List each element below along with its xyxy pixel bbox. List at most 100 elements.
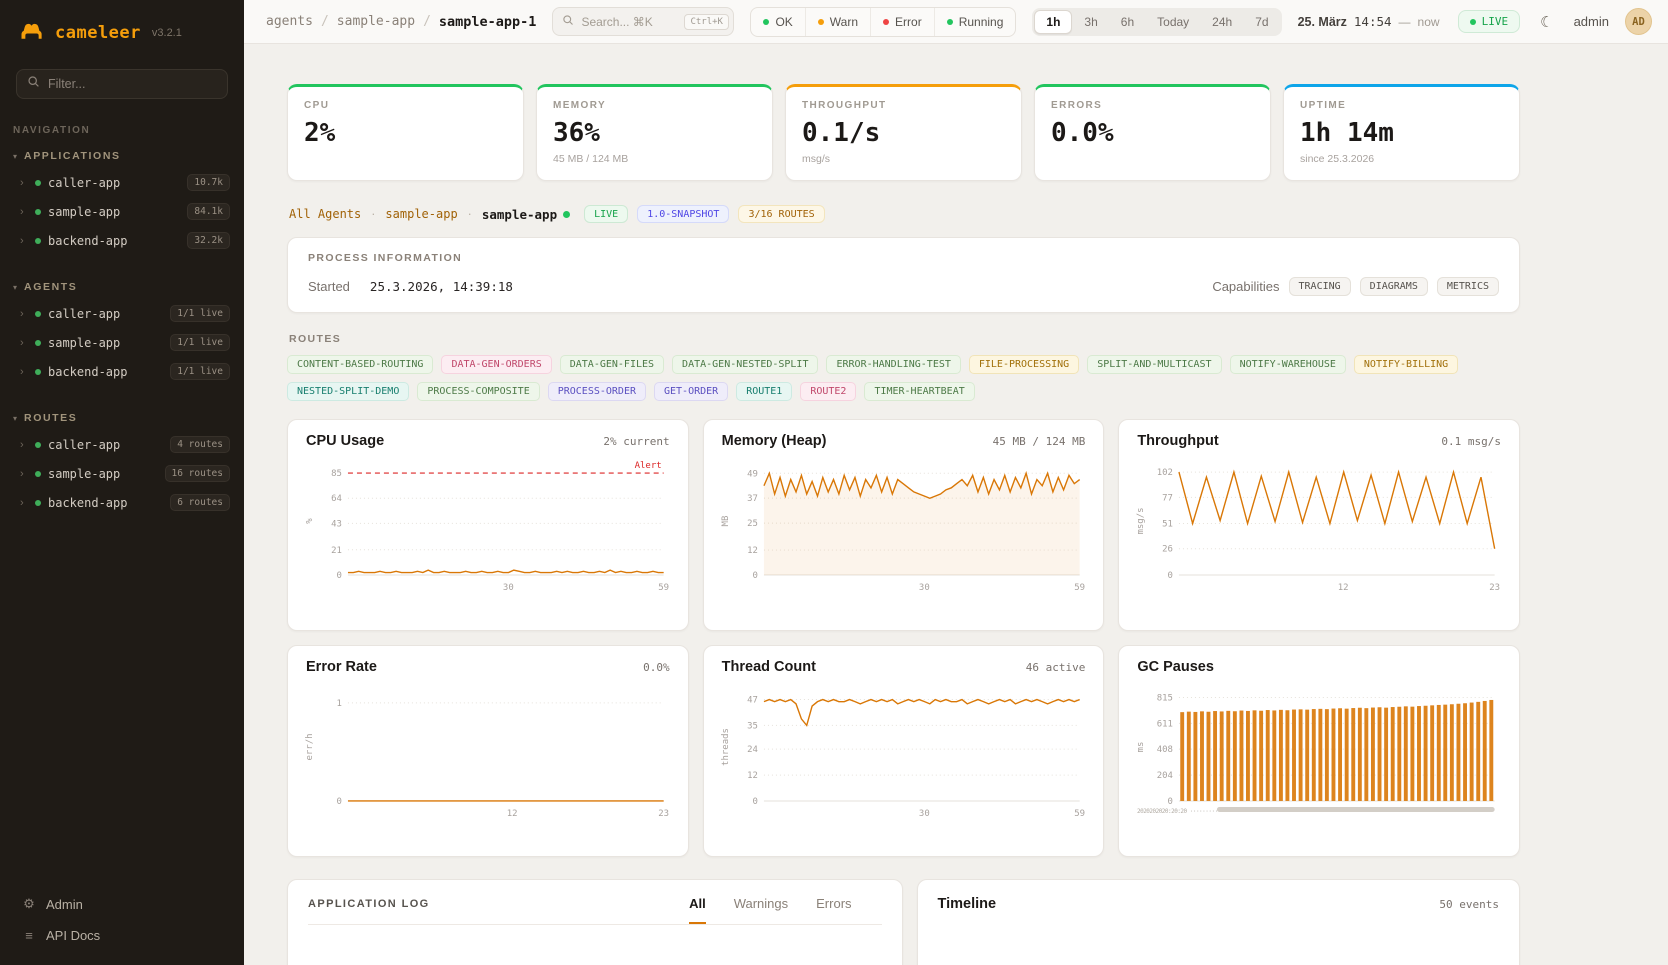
app-name: cameleer bbox=[55, 23, 141, 43]
time-range-7d[interactable]: 7d bbox=[1244, 11, 1279, 33]
sidebar-section-header-applications[interactable]: ▾APPLICATIONS bbox=[0, 142, 244, 168]
sidebar-item-backend-app[interactable]: ›backend-app6 routes bbox=[0, 488, 244, 517]
chart-current-value: 2% current bbox=[603, 435, 669, 448]
route-chip-timer-heartbeat[interactable]: TIMER-HEARTBEAT bbox=[864, 382, 974, 401]
search-shortcut-badge: Ctrl+K bbox=[684, 14, 729, 30]
sidebar-item-sample-app[interactable]: ›sample-app84.1k bbox=[0, 197, 244, 226]
route-chip-content-based-routing[interactable]: CONTENT-BASED-ROUTING bbox=[287, 355, 433, 374]
sidebar-filter[interactable] bbox=[16, 69, 228, 99]
sidebar-item-label: sample-app bbox=[48, 336, 120, 350]
sidebar-item-badge: 1/1 live bbox=[170, 305, 230, 322]
sidebar-item-backend-app[interactable]: ›backend-app1/1 live bbox=[0, 357, 244, 386]
process-info-title: PROCESS INFORMATION bbox=[308, 252, 1499, 264]
app-version: v3.2.1 bbox=[152, 27, 182, 39]
main-content: CPU2%MEMORY36%45 MB / 124 MBTHROUGHPUT0.… bbox=[244, 44, 1668, 965]
route-chip-error-handling-test[interactable]: ERROR-HANDLING-TEST bbox=[826, 355, 960, 374]
route-chip-nested-split-demo[interactable]: NESTED-SPLIT-DEMO bbox=[287, 382, 409, 401]
svg-text:35: 35 bbox=[747, 721, 758, 731]
log-tab-errors[interactable]: Errors bbox=[816, 896, 851, 924]
route-chip-process-order[interactable]: PROCESS-ORDER bbox=[548, 382, 646, 401]
stat-label: ERRORS bbox=[1051, 100, 1254, 111]
chart-card-throughput: Throughput0.1 msg/s0265177102msg/s1223 bbox=[1118, 419, 1520, 631]
chart-current-value: 0.1 msg/s bbox=[1441, 435, 1501, 448]
stat-sublabel: msg/s bbox=[802, 153, 1005, 165]
chart-title-throughput: Throughput bbox=[1137, 433, 1218, 449]
sidebar-section-header-agents[interactable]: ▾AGENTS bbox=[0, 273, 244, 299]
global-search[interactable]: Ctrl+K bbox=[552, 7, 734, 36]
live-dot-icon bbox=[1470, 19, 1476, 25]
sidebar-footer-label: API Docs bbox=[46, 928, 100, 943]
chevron-right-icon: › bbox=[20, 468, 28, 480]
chart-plot-gc: 0204408611815ms2020202020:20:20 ········… bbox=[1133, 679, 1505, 841]
svg-text:21: 21 bbox=[331, 546, 342, 556]
status-filter-ok[interactable]: OK bbox=[751, 8, 804, 36]
svg-text:Alert: Alert bbox=[635, 461, 662, 471]
time-range-today[interactable]: Today bbox=[1146, 11, 1200, 33]
gc-x-scrollbar[interactable] bbox=[1217, 807, 1495, 812]
sidebar-section-label: AGENTS bbox=[24, 281, 77, 293]
status-dot-icon bbox=[35, 369, 41, 375]
route-chip-file-processing[interactable]: FILE-PROCESSING bbox=[969, 355, 1079, 374]
agent-app-link[interactable]: sample-app bbox=[385, 207, 457, 221]
route-chip-data-gen-orders[interactable]: DATA-GEN-ORDERS bbox=[441, 355, 551, 374]
time-range-6h[interactable]: 6h bbox=[1110, 11, 1145, 33]
svg-text:43: 43 bbox=[331, 519, 342, 529]
timeline-title: Timeline bbox=[938, 896, 997, 912]
breadcrumb-sample-app[interactable]: sample-app bbox=[337, 14, 415, 29]
time-range-3h[interactable]: 3h bbox=[1073, 11, 1108, 33]
chart-header: Thread Count46 active bbox=[718, 659, 1090, 675]
started-label: Started bbox=[308, 279, 350, 294]
chart-current-value: 46 active bbox=[1026, 661, 1086, 674]
chart-plot-memory: 012253749MB3059 bbox=[718, 453, 1090, 615]
time-range-1h[interactable]: 1h bbox=[1034, 10, 1072, 34]
route-chip-process-composite[interactable]: PROCESS-COMPOSITE bbox=[417, 382, 539, 401]
status-filter-warn[interactable]: Warn bbox=[805, 8, 870, 36]
log-tab-warnings[interactable]: Warnings bbox=[734, 896, 788, 924]
status-filter-label: OK bbox=[775, 15, 792, 29]
sidebar-item-backend-app[interactable]: ›backend-app32.2k bbox=[0, 226, 244, 255]
route-chip-get-order[interactable]: GET-ORDER bbox=[654, 382, 728, 401]
chart-title-error-rate: Error Rate bbox=[306, 659, 377, 675]
stat-value: 1h 14m bbox=[1300, 118, 1503, 148]
breadcrumb-agents[interactable]: agents bbox=[266, 14, 313, 29]
sidebar-section-header-routes[interactable]: ▾ROUTES bbox=[0, 404, 244, 430]
sidebar-filter-input[interactable] bbox=[48, 77, 198, 91]
svg-text:30: 30 bbox=[919, 583, 930, 593]
app-logo[interactable]: cameleer v3.2.1 bbox=[0, 0, 244, 69]
sidebar-item-caller-app[interactable]: ›caller-app10.7k bbox=[0, 168, 244, 197]
stat-label: MEMORY bbox=[553, 100, 756, 111]
route-chip-notify-billing[interactable]: NOTIFY-BILLING bbox=[1354, 355, 1458, 374]
sidebar-footer-admin[interactable]: ⚙Admin bbox=[0, 888, 244, 920]
route-chip-route2[interactable]: ROUTE2 bbox=[800, 382, 856, 401]
all-agents-link[interactable]: All Agents bbox=[289, 207, 361, 221]
sidebar-item-sample-app[interactable]: ›sample-app1/1 live bbox=[0, 328, 244, 357]
dark-mode-toggle[interactable]: ☾ bbox=[1536, 11, 1557, 33]
route-chip-route1[interactable]: ROUTE1 bbox=[736, 382, 792, 401]
breadcrumb-current: sample-app-1 bbox=[439, 14, 537, 30]
route-chip-split-and-multicast[interactable]: SPLIT-AND-MULTICAST bbox=[1087, 355, 1221, 374]
sidebar-item-caller-app[interactable]: ›caller-app4 routes bbox=[0, 430, 244, 459]
sidebar-item-caller-app[interactable]: ›caller-app1/1 live bbox=[0, 299, 244, 328]
stat-card-memory: MEMORY36%45 MB / 124 MB bbox=[536, 84, 773, 181]
svg-text:51: 51 bbox=[1162, 520, 1173, 530]
route-chip-data-gen-files[interactable]: DATA-GEN-FILES bbox=[560, 355, 664, 374]
route-chip-data-gen-nested-split[interactable]: DATA-GEN-NESTED-SPLIT bbox=[672, 355, 818, 374]
sidebar-footer-api-docs[interactable]: ≡API Docs bbox=[0, 920, 244, 951]
stat-sublabel: since 25.3.2026 bbox=[1300, 153, 1503, 165]
sidebar-item-badge: 1/1 live bbox=[170, 363, 230, 380]
sidebar-item-sample-app[interactable]: ›sample-app16 routes bbox=[0, 459, 244, 488]
avatar[interactable]: AD bbox=[1625, 8, 1652, 35]
route-chip-notify-warehouse[interactable]: NOTIFY-WAREHOUSE bbox=[1230, 355, 1346, 374]
log-tab-all[interactable]: All bbox=[689, 896, 706, 924]
datetime-display[interactable]: 25. März 14:54 — now bbox=[1298, 14, 1440, 29]
svg-text:59: 59 bbox=[1074, 583, 1085, 593]
time-range-24h[interactable]: 24h bbox=[1201, 11, 1243, 33]
search-icon bbox=[562, 13, 574, 31]
status-filter-running[interactable]: Running bbox=[934, 8, 1016, 36]
route-chips: CONTENT-BASED-ROUTING DATA-GEN-ORDERS DATA… bbox=[287, 355, 1520, 401]
live-indicator[interactable]: LIVE bbox=[1458, 10, 1521, 33]
stats-row: CPU2%MEMORY36%45 MB / 124 MBTHROUGHPUT0.… bbox=[287, 84, 1520, 181]
global-search-input[interactable] bbox=[581, 15, 677, 29]
status-filter-error[interactable]: Error bbox=[870, 8, 934, 36]
chart-header: Memory (Heap)45 MB / 124 MB bbox=[718, 433, 1090, 449]
